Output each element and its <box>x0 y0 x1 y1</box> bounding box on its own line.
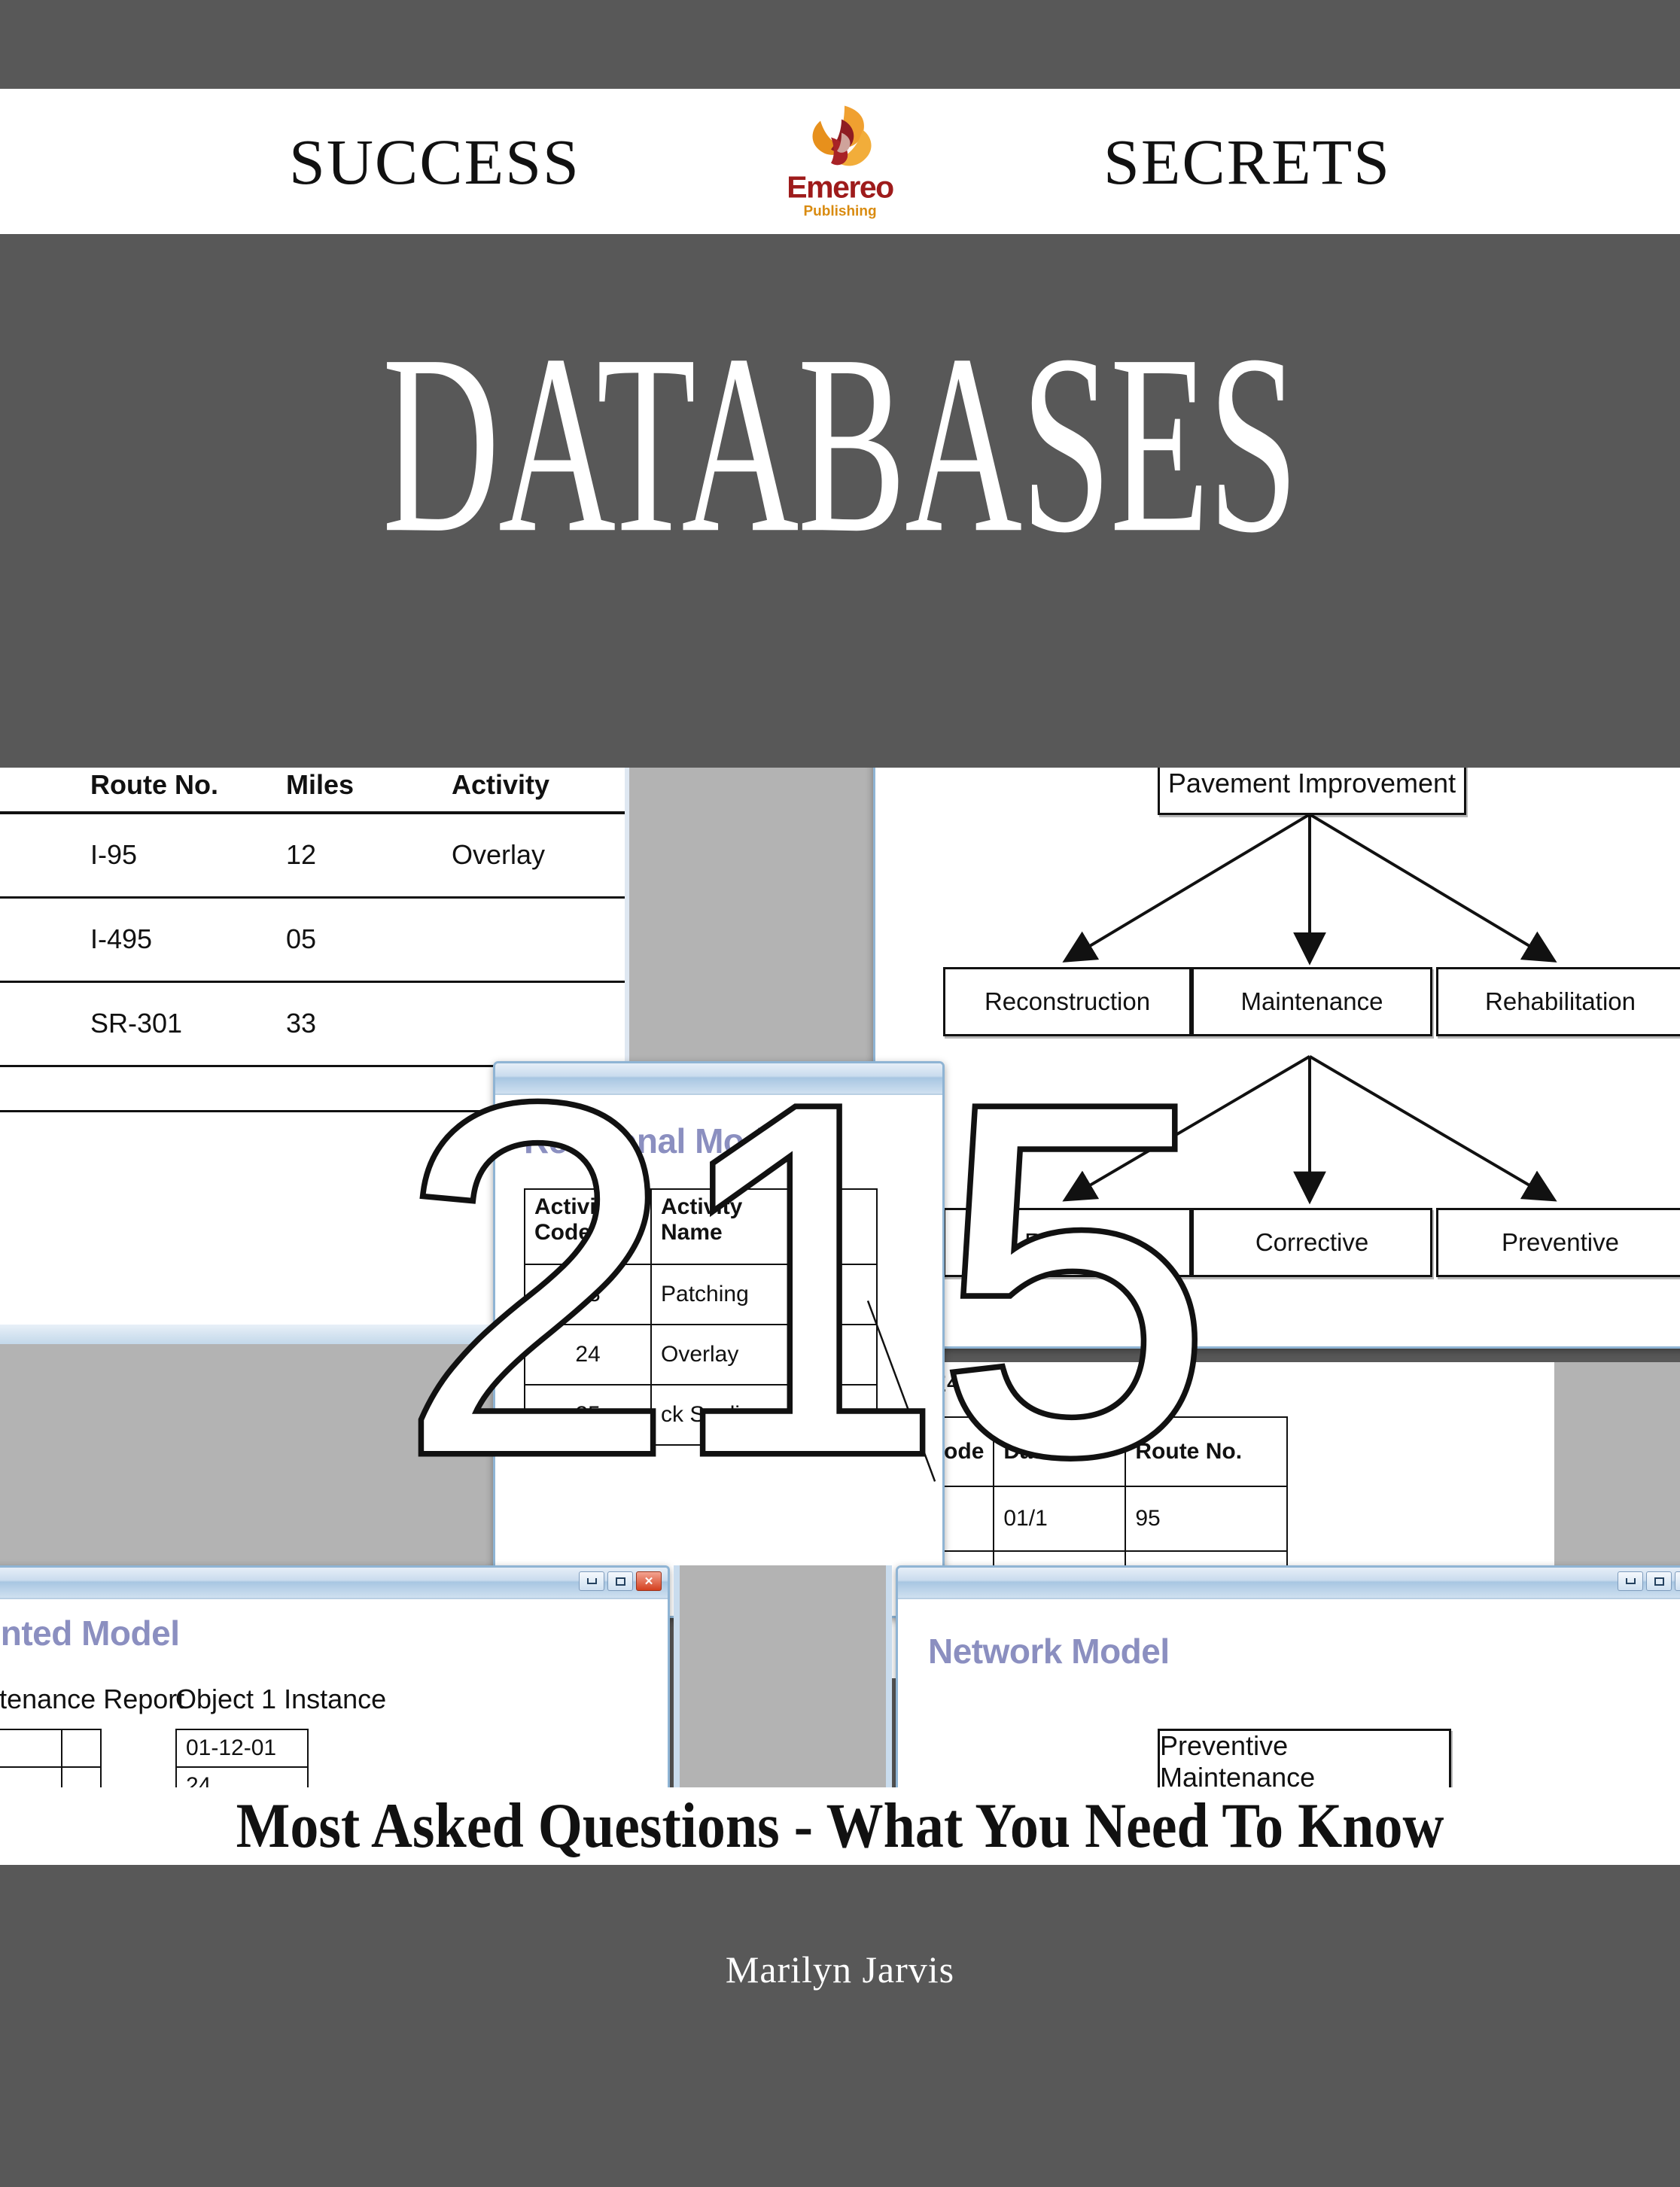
cell-miles: 05 <box>286 897 452 983</box>
logo-tagline: Publishing <box>803 203 877 220</box>
title-area: DATABASES <box>0 315 1680 572</box>
logo-wordmark: Emereo <box>787 169 894 205</box>
network-window-buttons[interactable]: ✕ <box>1618 1571 1680 1591</box>
author-name: Marilyn Jarvis <box>725 1948 955 1991</box>
top-dark-strip <box>0 0 1680 89</box>
cell-record-label: cord 1 <box>0 813 90 899</box>
cell-route: SR-301 <box>90 981 286 1067</box>
oo-value: 01-12-01 <box>175 1729 309 1768</box>
oo-model-heading: bject-Oriented Model <box>0 1614 180 1653</box>
maximize-icon[interactable] <box>1646 1571 1672 1591</box>
object1-label: bject 1: Maintenance Report <box>0 1684 185 1714</box>
oo-window-titlebar[interactable]: ✕ <box>0 1568 668 1599</box>
cell-record-label: cord 3 <box>0 981 90 1067</box>
hierarchy-node-rehabilitation: Rehabilitation <box>1436 967 1680 1036</box>
table-row: Date <box>0 1729 102 1768</box>
close-icon[interactable]: ✕ <box>636 1571 662 1591</box>
col-header-miles: Miles <box>286 768 452 814</box>
maximize-icon[interactable] <box>607 1571 633 1591</box>
oo-window-buttons[interactable]: ✕ <box>579 1571 662 1591</box>
network-node-root: Preventive Maintenance <box>1158 1729 1451 1795</box>
flame-leaf-logo-icon <box>798 105 882 174</box>
publisher-logo: Emereo Publishing <box>757 96 923 227</box>
header-band: SUCCESS Emereo Publishing SECRETS <box>0 89 1680 234</box>
object1-instance-label: Object 1 Instance <box>175 1684 387 1714</box>
cell-route: I-495 <box>90 897 286 983</box>
table-row: cord 1 I-95 12 Overlay <box>0 813 625 899</box>
network-window-titlebar[interactable]: ✕ <box>898 1568 1680 1599</box>
hierarchy-node-corrective: Corrective <box>1192 1208 1432 1277</box>
table-row: cord 2 I-495 05 <box>0 897 625 983</box>
cell-activity <box>452 897 625 983</box>
col-header-activity: Activity <box>452 768 625 814</box>
object-oriented-model-window[interactable]: ✕ bject-Oriented Model bject 1: Maintena… <box>0 1565 670 1814</box>
table-row: 01-12-01 <box>175 1729 309 1768</box>
minimize-icon[interactable] <box>579 1571 604 1591</box>
cell-activity: Overlay <box>452 813 625 899</box>
hierarchy-node-maintenance: Maintenance <box>1192 967 1432 1036</box>
close-icon[interactable]: ✕ <box>1675 1571 1680 1591</box>
header-word-secrets: SECRETS <box>1103 125 1391 198</box>
question-count-badge: 215 <box>393 1002 1218 1556</box>
header-word-success: SUCCESS <box>289 125 580 198</box>
book-subtitle: Most Asked Questions - What You Need To … <box>236 1790 1444 1861</box>
hierarchy-node-root: Pavement Improvement <box>1158 768 1466 815</box>
col-header-route: Route No. <box>90 768 286 814</box>
book-cover: SUCCESS Emereo Publishing SECRETS DATABA… <box>0 0 1680 2187</box>
hierarchy-node-preventive: Preventive <box>1436 1208 1680 1277</box>
cell-route: I-95 <box>90 813 286 899</box>
desktop-grey-center-bottom <box>674 1565 892 1814</box>
network-model-window[interactable]: ✕ Network Model <box>896 1565 1680 1814</box>
cell-miles: 12 <box>286 813 452 899</box>
cell-record-label: cord 2 <box>0 897 90 983</box>
subtitle-band: Most Asked Questions - What You Need To … <box>0 1787 1680 1865</box>
oo-field: Date <box>0 1729 62 1768</box>
network-diagram: Preventive Maintenance Rigid Pavement Fl… <box>898 1599 1680 1814</box>
minimize-icon[interactable] <box>1618 1571 1643 1591</box>
book-title: DATABASES <box>382 302 1298 586</box>
